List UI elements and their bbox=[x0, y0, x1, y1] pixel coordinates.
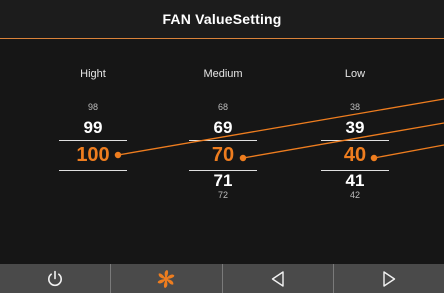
fan-icon bbox=[158, 269, 175, 288]
previous-button[interactable] bbox=[223, 264, 334, 293]
value-next2-medium: 72 bbox=[217, 190, 228, 200]
arrow-right-icon bbox=[383, 270, 396, 287]
level-label-high: Hight bbox=[80, 68, 106, 80]
power-button[interactable] bbox=[0, 264, 112, 293]
value-next2-low: 42 bbox=[349, 190, 360, 200]
value-prev2-medium: 68 bbox=[217, 102, 228, 112]
value-prev-low[interactable]: 39 bbox=[310, 118, 400, 138]
level-label-low: Low bbox=[344, 68, 366, 80]
fan-button[interactable] bbox=[111, 264, 223, 293]
value-prev2-high: 98 bbox=[87, 102, 98, 112]
value-selected-low[interactable]: 40 bbox=[310, 144, 400, 167]
value-selected-high[interactable]: 100 bbox=[48, 144, 138, 167]
value-next-medium[interactable]: 71 bbox=[178, 171, 268, 191]
selection-line-top-medium bbox=[189, 140, 257, 141]
selection-line-bottom-high bbox=[59, 170, 127, 171]
selection-line-top-high bbox=[59, 140, 127, 141]
value-prev-high[interactable]: 99 bbox=[48, 118, 138, 138]
selection-line-top-low bbox=[321, 140, 389, 141]
bottom-toolbar bbox=[0, 264, 444, 293]
value-selected-medium[interactable]: 70 bbox=[178, 144, 268, 167]
power-icon bbox=[48, 270, 63, 286]
value-next-low[interactable]: 41 bbox=[310, 171, 400, 191]
value-prev-medium[interactable]: 69 bbox=[178, 118, 268, 138]
page-title: FAN ValueSetting bbox=[162, 11, 282, 27]
level-label-medium: Medium bbox=[203, 68, 243, 80]
arrow-left-icon bbox=[271, 270, 284, 287]
fan-value-setting-screen: FAN ValueSetting Hight 98 99 100 Medium … bbox=[0, 0, 444, 293]
value-prev2-low: 38 bbox=[349, 102, 360, 112]
next-button[interactable] bbox=[334, 264, 444, 293]
title-bar: FAN ValueSetting bbox=[0, 0, 444, 39]
